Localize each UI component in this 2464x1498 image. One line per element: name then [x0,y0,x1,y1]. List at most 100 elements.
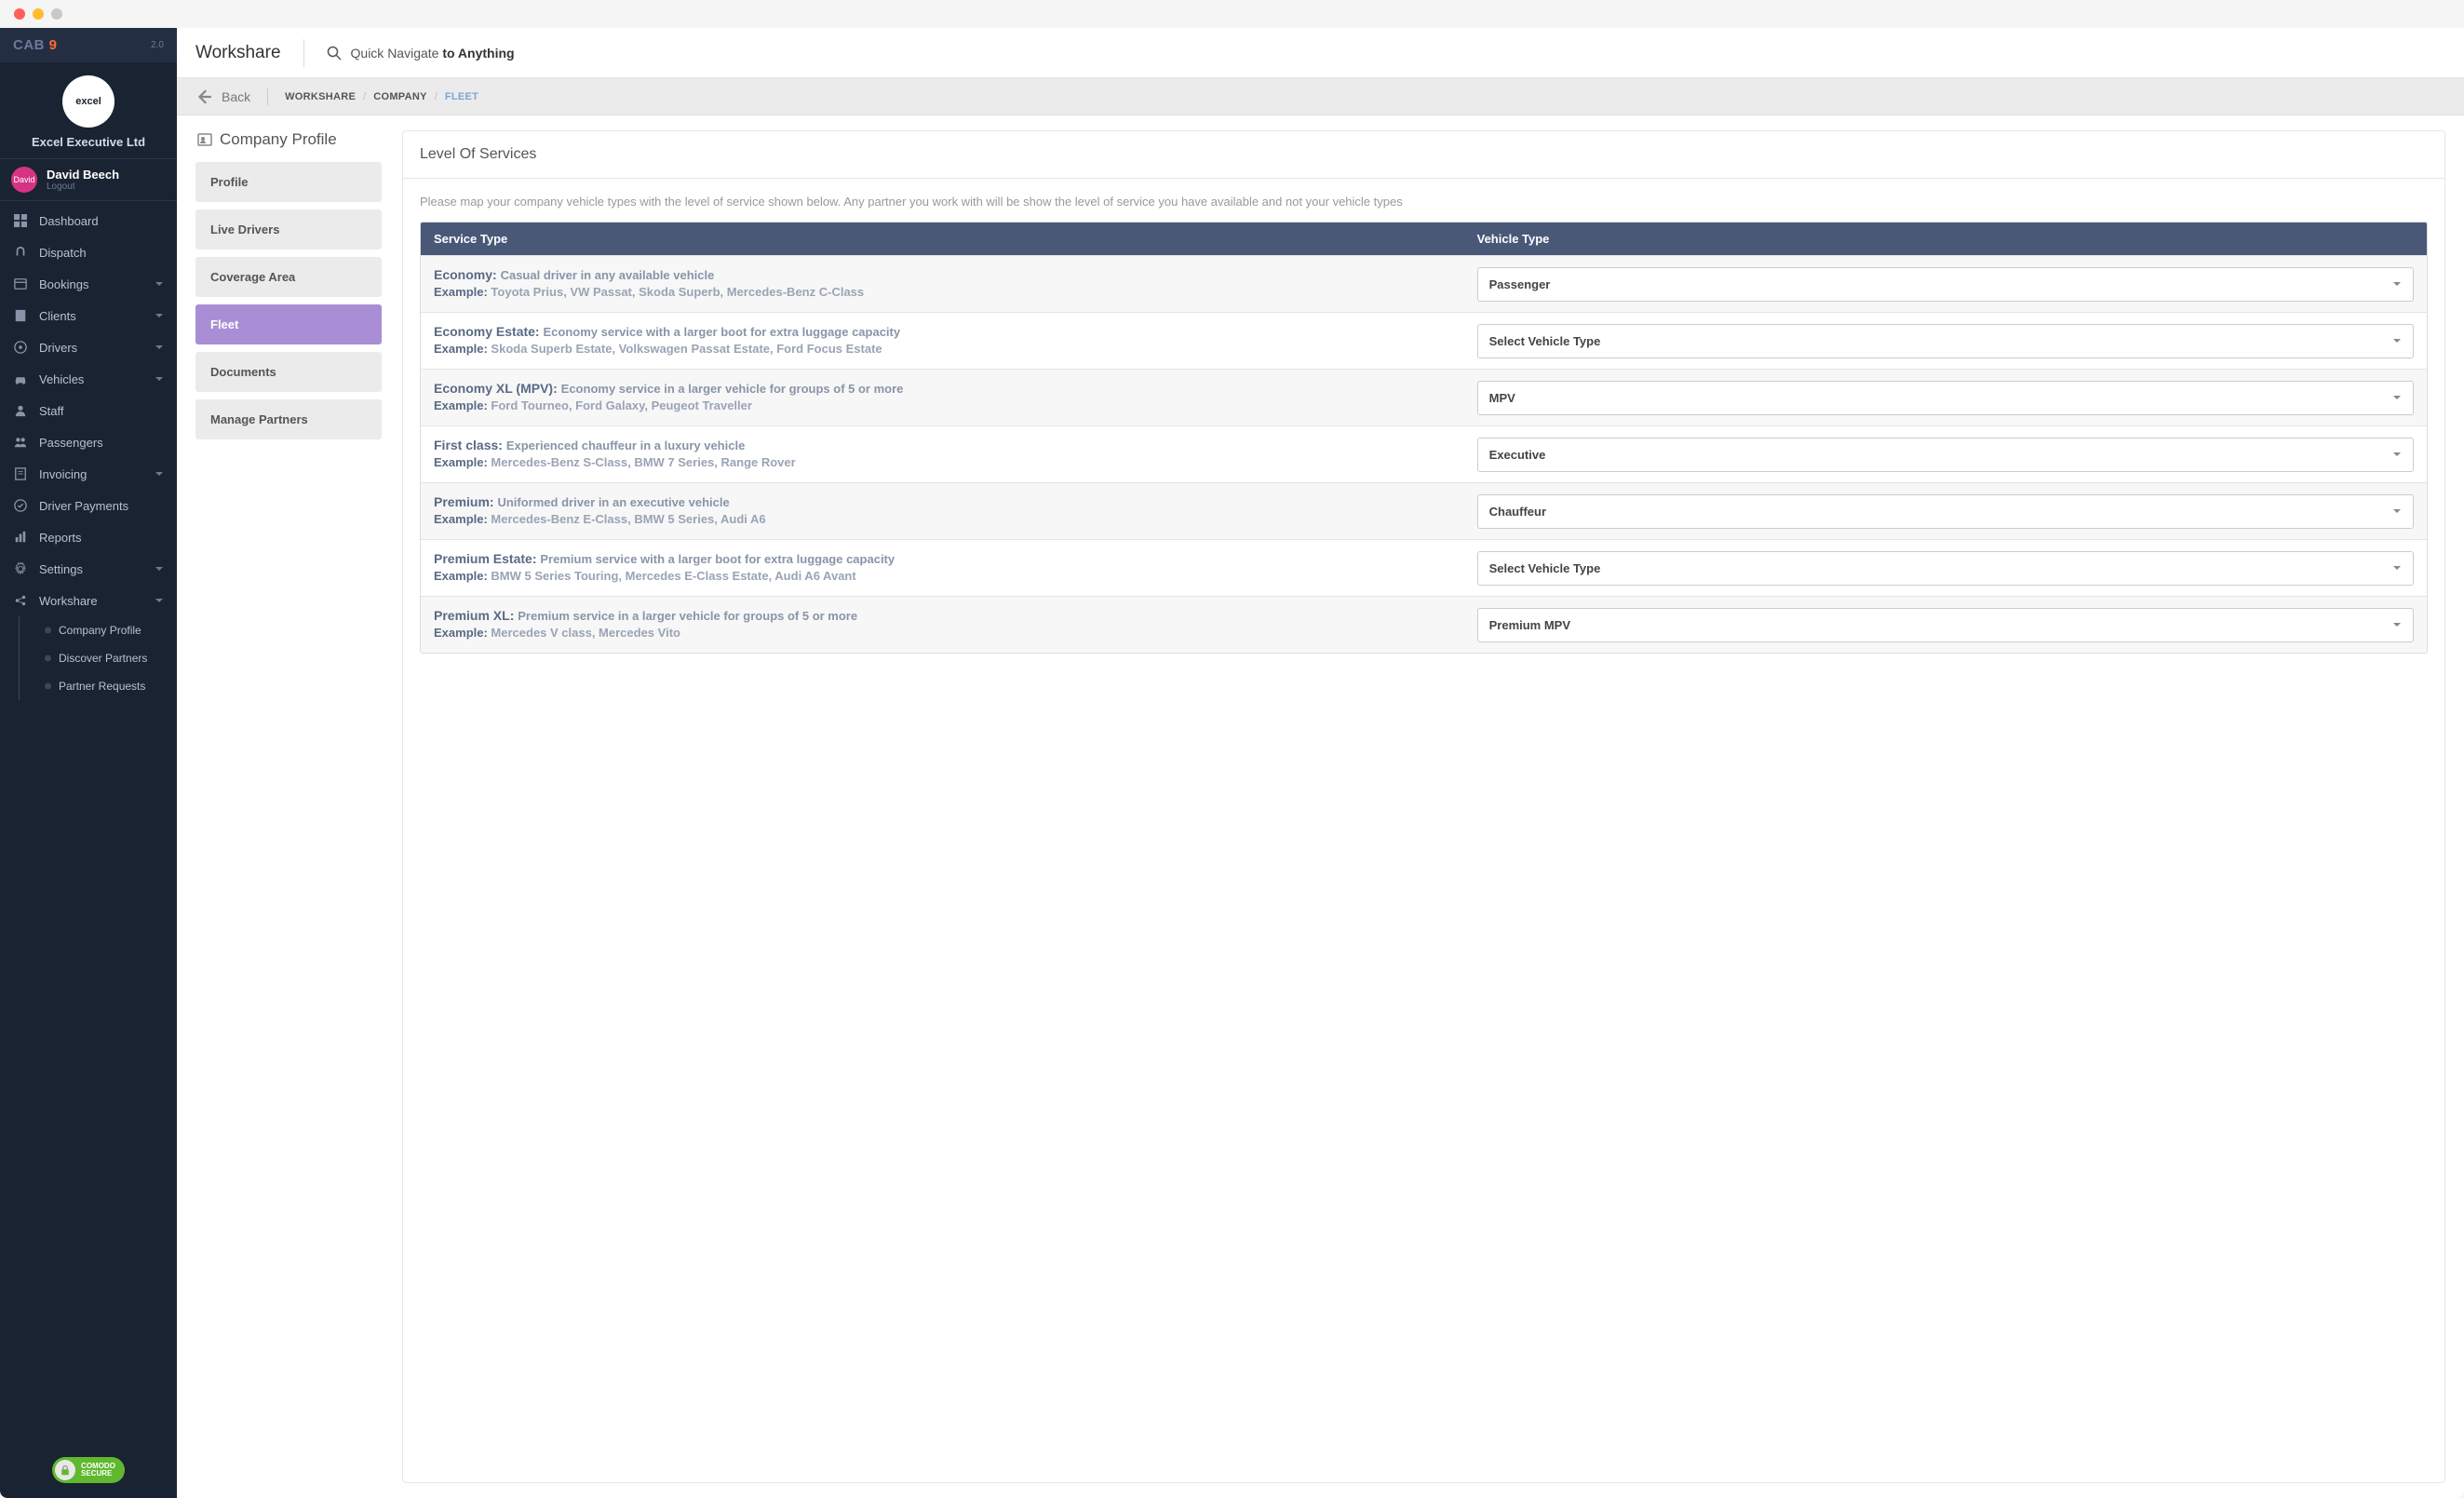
crumb-workshare[interactable]: WORKSHARE [285,91,356,102]
nav-drivers[interactable]: Drivers [0,331,177,363]
car-icon [13,371,28,386]
chevron-down-icon [155,372,164,386]
nav-label: Reports [39,531,82,545]
service-name: Economy Estate: [434,324,543,339]
example-text: BMW 5 Series Touring, Mercedes E-Class E… [491,569,855,583]
close-window-button[interactable] [14,8,25,20]
brand-logo: CAB 9 [13,37,58,53]
example-label: Example: [434,512,491,526]
nav-label: Settings [39,562,83,576]
nav-label: Clients [39,309,76,323]
select-value: Chauffeur [1489,505,1546,519]
vehicle-type-cell: Passenger [1464,260,2427,309]
vehicle-type-select[interactable]: Premium MPV [1477,608,2414,642]
example-label: Example: [434,455,491,469]
vehicle-type-select[interactable]: Passenger [1477,267,2414,302]
service-name: Economy: [434,267,501,282]
headset-icon [13,245,28,260]
tab-manage-partners[interactable]: Manage Partners [195,399,382,439]
nav-label: Dashboard [39,214,99,228]
nav-label: Dispatch [39,246,87,260]
vehicle-type-select[interactable]: MPV [1477,381,2414,415]
vehicle-type-select[interactable]: Select Vehicle Type [1477,551,2414,586]
user-block: David David Beech Logout [0,158,177,201]
quick-navigate-input[interactable]: Quick Navigate to Anything [351,46,515,61]
logout-link[interactable]: Logout [47,182,119,192]
panel: Level Of Services Please map your compan… [402,130,2445,1483]
nav-settings[interactable]: Settings [0,553,177,585]
nav-label: Invoicing [39,467,87,481]
service-row: Premium XL: Premium service in a larger … [421,596,2427,653]
service-name: First class: [434,438,506,452]
vehicle-type-cell: Chauffeur [1464,487,2427,536]
subnav-discover-partners[interactable]: Discover Partners [49,644,177,672]
crumb-company[interactable]: COMPANY [373,91,427,102]
service-description: Experienced chauffeur in a luxury vehicl… [506,439,745,452]
nav-invoicing[interactable]: Invoicing [0,458,177,490]
vehicle-type-cell: Select Vehicle Type [1464,317,2427,366]
nav-reports[interactable]: Reports [0,521,177,553]
lock-icon [55,1460,75,1480]
topbar-title: Workshare [195,43,281,63]
company-logo: excel [62,75,114,128]
chevron-down-icon [155,341,164,355]
comodo-secure-badge: COMODO SECURE [52,1457,125,1483]
service-row: Premium Estate: Premium service with a l… [421,539,2427,596]
subnav-company-profile[interactable]: Company Profile [49,616,177,644]
tab-coverage-area[interactable]: Coverage Area [195,257,382,297]
nav-dashboard[interactable]: Dashboard [0,205,177,236]
service-table: Service Type Vehicle Type Economy: Casua… [420,222,2428,654]
nav-passengers[interactable]: Passengers [0,426,177,458]
vehicle-type-select[interactable]: Select Vehicle Type [1477,324,2414,358]
vehicle-type-select[interactable]: Chauffeur [1477,494,2414,529]
tab-fleet[interactable]: Fleet [195,304,382,344]
calendar-icon [13,277,28,291]
back-button[interactable]: Back [222,89,250,104]
chevron-down-icon [155,309,164,323]
chevron-down-icon [2392,448,2402,462]
nav-label: Vehicles [39,372,84,386]
chevron-down-icon [155,594,164,608]
tab-profile[interactable]: Profile [195,162,382,202]
grid-icon [13,213,28,228]
back-arrow-icon[interactable] [195,88,212,105]
service-row: First class: Experienced chauffeur in a … [421,425,2427,482]
app-container: CAB 9 2.0 excel Excel Executive Ltd Davi… [0,28,2464,1498]
tab-live-drivers[interactable]: Live Drivers [195,209,382,250]
nav-driver-payments[interactable]: Driver Payments [0,490,177,521]
user-name: David Beech [47,168,119,182]
service-type-cell: Premium Estate: Premium service with a l… [421,540,1464,596]
nav-staff[interactable]: Staff [0,395,177,426]
nav-label: Staff [39,404,64,418]
maximize-window-button[interactable] [51,8,62,20]
traffic-lights [14,8,62,20]
tab-documents[interactable]: Documents [195,352,382,392]
company-block: excel Excel Executive Ltd [0,62,177,158]
example-text: Mercedes-Benz S-Class, BMW 7 Series, Ran… [491,455,795,469]
nav-workshare[interactable]: Workshare [0,585,177,616]
nav-dispatch[interactable]: Dispatch [0,236,177,268]
service-description: Uniformed driver in an executive vehicle [497,495,729,509]
minimize-window-button[interactable] [33,8,44,20]
user-icon [13,403,28,418]
nav-label: Driver Payments [39,499,128,513]
secure-badge: COMODO SECURE [0,1442,177,1498]
topbar: Workshare Quick Navigate to Anything [177,28,2464,78]
column-vehicle-type: Vehicle Type [1464,223,2427,255]
search-icon[interactable] [327,46,342,61]
main: Workshare Quick Navigate to Anything Bac… [177,28,2464,1498]
example-label: Example: [434,285,491,299]
nav-clients[interactable]: Clients [0,300,177,331]
nav-vehicles[interactable]: Vehicles [0,363,177,395]
example-label: Example: [434,626,491,640]
select-value: Executive [1489,448,1546,462]
nav-bookings[interactable]: Bookings [0,268,177,300]
subnav-partner-requests[interactable]: Partner Requests [49,672,177,700]
service-type-cell: First class: Experienced chauffeur in a … [421,426,1464,482]
example-text: Skoda Superb Estate, Volkswagen Passat E… [491,342,882,356]
section-heading: Company Profile [195,130,382,149]
vehicle-type-select[interactable]: Executive [1477,438,2414,472]
chevron-down-icon [2392,334,2402,348]
window-chrome [0,0,2464,28]
example-text: Mercedes V class, Mercedes Vito [491,626,680,640]
